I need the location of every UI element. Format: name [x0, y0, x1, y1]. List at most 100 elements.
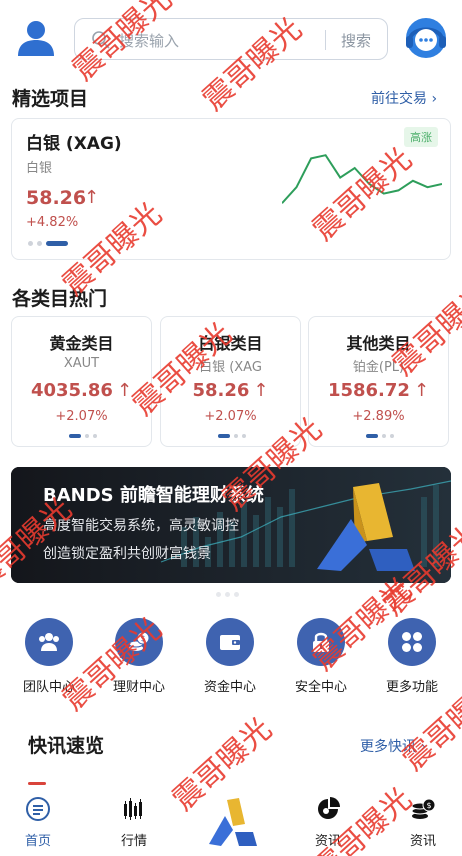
user-avatar-icon[interactable] [14, 16, 58, 60]
news-tab-indicator [28, 782, 46, 785]
candlestick-icon [124, 798, 142, 820]
menu-more-functions[interactable]: 更多功能 [377, 618, 447, 695]
header: 搜索输入 搜索 [0, 0, 462, 78]
nav-label: 资讯 [409, 834, 436, 849]
menu-fund-center[interactable]: 资金中心 [195, 618, 265, 695]
carousel-dot [390, 434, 394, 438]
nav-assets[interactable]: $ 资讯 [393, 796, 453, 849]
featured-item-change: +4.82% [26, 215, 79, 230]
up-arrow-icon: ↑ [116, 380, 133, 401]
banner-title: BANDS 前瞻智能理财系统 [43, 485, 264, 506]
up-arrow-icon: ↑ [413, 380, 430, 401]
category-card-silver[interactable]: 白银类目 白银 (XAG 58.26 ↑ +2.07% [160, 316, 301, 447]
category-price: 1586.72 [327, 380, 410, 401]
category-card-gold[interactable]: 黄金类目 XAUT 4035.86 ↑ +2.07% [11, 316, 152, 447]
carousel-dot [234, 434, 238, 438]
category-sub: XAUT [63, 356, 100, 371]
category-price: 58.26 [192, 380, 250, 401]
category-card-other[interactable]: 其他类目 铂金(PL) 1586.72 ↑ +2.89% [308, 316, 449, 447]
carousel-dot [216, 592, 221, 597]
featured-section-title: 精选项目 [12, 88, 89, 110]
carousel-dot [85, 434, 89, 438]
featured-card[interactable]: 白银 (XAG) 白银 58.26 ↑ +4.82% 高涨 [11, 118, 451, 260]
banner-line-2: 创造锁定盈利共创财富钱景 [43, 546, 211, 562]
menu-label: 更多功能 [385, 680, 438, 695]
banner-carousel-dots [216, 592, 239, 597]
carousel-dot [28, 241, 33, 246]
pie-chart-icon [318, 797, 340, 819]
search-divider [325, 30, 326, 50]
carousel-dot [37, 241, 42, 246]
category-sub: 铂金(PL) [352, 360, 405, 375]
menu-team-center[interactable]: 团队中心 [14, 618, 84, 695]
menu-label: 资金中心 [203, 680, 256, 695]
carousel-dots [218, 434, 246, 438]
bands-logo-icon [317, 483, 415, 571]
trend-badge: 高涨 [404, 127, 438, 147]
svg-text:$: $ [140, 634, 145, 643]
nav-label: 首页 [24, 834, 51, 849]
bottom-nav: 首页 行情 资讯 $ 资讯 [0, 786, 462, 856]
banner-line-1: 高度智能交易系统，高灵敏调控 [43, 518, 239, 534]
carousel-dot-active [366, 434, 378, 438]
carousel-dot [93, 434, 97, 438]
category-title: 黄金类目 [49, 334, 114, 353]
go-trade-link[interactable]: 前往交易 › [371, 88, 437, 108]
categories-section-title: 各类目热门 [12, 288, 108, 310]
nav-label: 行情 [120, 834, 147, 849]
carousel-dot [382, 434, 386, 438]
search-bar[interactable]: 搜索输入 搜索 [74, 18, 388, 60]
promo-banner[interactable]: BANDS 前瞻智能理财系统 高度智能交易系统，高灵敏调控 创造锁定盈利共创财富… [11, 467, 451, 583]
category-price-row: 58.26 ↑ [161, 380, 300, 401]
carousel-dot-active [46, 241, 68, 246]
customer-service-icon[interactable] [402, 14, 450, 62]
menu-security-center[interactable]: 安全中心 [286, 618, 356, 695]
category-price: 4035.86 [30, 380, 113, 401]
lock-icon [297, 618, 345, 666]
bands-logo-icon [209, 798, 257, 846]
up-arrow-icon: ↑ [253, 380, 269, 401]
sparkline-chart [282, 154, 442, 204]
featured-item-sub: 白银 [26, 161, 53, 176]
carousel-dots [28, 241, 68, 246]
featured-item-price: 58.26 [26, 187, 87, 209]
carousel-dots [69, 434, 97, 438]
menu-label: 团队中心 [22, 680, 75, 695]
search-icon [92, 31, 110, 49]
search-input[interactable]: 搜索输入 [119, 30, 179, 51]
category-change: +2.89% [352, 409, 405, 424]
featured-item-name: 白银 (XAG) [26, 134, 122, 154]
nav-news[interactable]: 资讯 [298, 796, 358, 849]
menu-finance-center[interactable]: $ 理财中心 [104, 618, 174, 695]
carousel-dot-active [69, 434, 81, 438]
wallet-icon [206, 618, 254, 666]
team-icon [25, 618, 73, 666]
news-section-title: 快讯速览 [28, 735, 105, 757]
coin-stack-icon: $ [411, 798, 436, 819]
category-change: +2.07% [55, 409, 108, 424]
coins-icon: $ [115, 618, 163, 666]
category-sub: 白银 (XAG [199, 360, 262, 375]
category-title: 白银类目 [198, 334, 263, 353]
carousel-dot [234, 592, 239, 597]
nav-label: 资讯 [314, 834, 341, 849]
category-price-row: 1586.72 ↑ [309, 380, 448, 401]
up-arrow-icon: ↑ [84, 187, 100, 208]
carousel-dot [242, 434, 246, 438]
nav-market[interactable]: 行情 [104, 796, 164, 849]
carousel-dot-active [218, 434, 230, 438]
nav-center-logo[interactable] [203, 794, 259, 850]
category-price-row: 4035.86 ↑ [12, 380, 151, 401]
category-change: +2.07% [204, 409, 257, 424]
more-news-link[interactable]: 更多快讯 › [360, 736, 426, 756]
carousel-dots [366, 434, 394, 438]
search-button[interactable]: 搜索 [341, 30, 371, 51]
svg-text:$: $ [426, 801, 431, 810]
home-icon [26, 797, 50, 821]
menu-label: 安全中心 [294, 680, 347, 695]
category-title: 其他类目 [346, 334, 411, 353]
nav-home[interactable]: 首页 [8, 796, 68, 849]
menu-label: 理财中心 [112, 680, 165, 695]
grid-icon [388, 618, 436, 666]
carousel-dot [225, 592, 230, 597]
